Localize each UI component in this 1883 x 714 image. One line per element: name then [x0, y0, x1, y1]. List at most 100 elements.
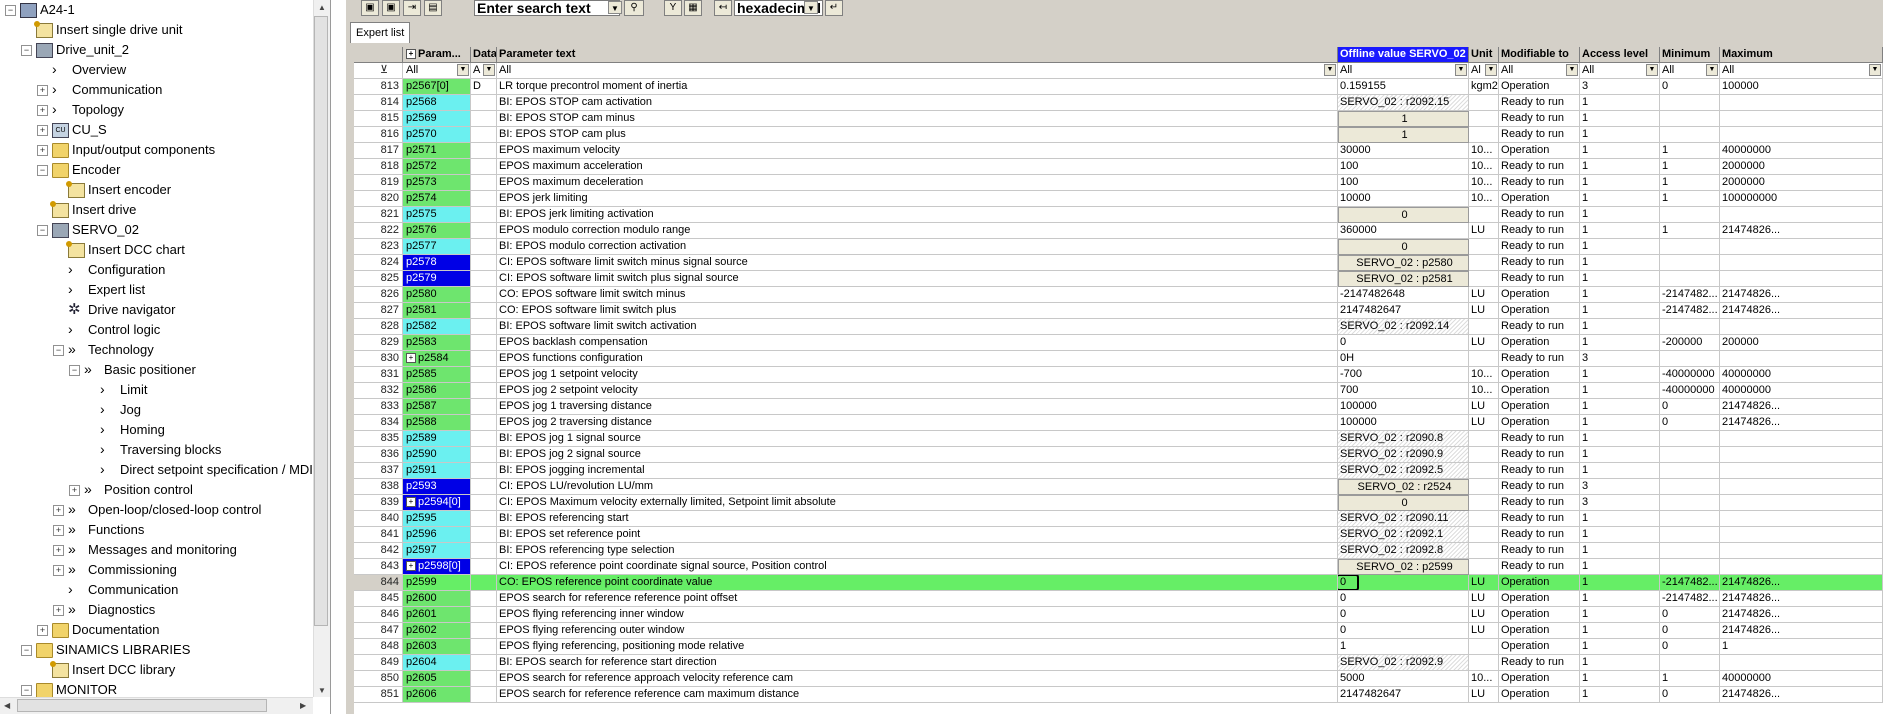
filter-data[interactable]: A ▼: [471, 63, 497, 79]
offline-value-cell[interactable]: 10000: [1338, 191, 1469, 207]
tree-item[interactable]: − A24-1: [0, 0, 312, 20]
expand-icon[interactable]: +: [53, 545, 64, 556]
parameter-number-cell[interactable]: p2576: [403, 223, 471, 239]
tree-hscroll-thumb[interactable]: [17, 699, 267, 712]
filter-parameter-text[interactable]: All ▼: [497, 63, 1338, 79]
expand-icon[interactable]: +: [406, 497, 416, 508]
chevron-down-icon[interactable]: ▼: [457, 64, 469, 76]
tree-item[interactable]: › Control logic: [0, 320, 312, 340]
filter-minimum[interactable]: All ▼: [1660, 63, 1720, 79]
toolbar-button-1[interactable]: ▣: [361, 0, 379, 16]
parameter-number-cell[interactable]: + p2598[0]: [403, 559, 471, 575]
offline-value-cell[interactable]: 0: [1338, 495, 1469, 511]
header-maximum[interactable]: Maximum: [1720, 47, 1883, 63]
table-row[interactable]: 820 p2574 EPOS jerk limiting 10000 10... Oper…: [354, 191, 1883, 207]
table-row[interactable]: 822 p2576 EPOS modulo correction modulo ra…: [354, 223, 1883, 239]
parameter-number-cell[interactable]: p2586: [403, 383, 471, 399]
offline-value-cell[interactable]: 5000: [1338, 671, 1469, 687]
toolbar-button-2[interactable]: ▣: [382, 0, 400, 16]
parameter-number-cell[interactable]: p2606: [403, 687, 471, 703]
tree-item[interactable]: › Expert list: [0, 280, 312, 300]
offline-value-cell[interactable]: 360000: [1338, 223, 1469, 239]
table-row[interactable]: 842 p2597 BI: EPOS referencing type select…: [354, 543, 1883, 559]
header-modifiable-to[interactable]: Modifiable to: [1499, 47, 1580, 63]
table-row[interactable]: 846 p2601 EPOS flying referencing inner wi…: [354, 607, 1883, 623]
tree-item[interactable]: − SINAMICS LIBRARIES: [0, 640, 312, 660]
chevron-down-icon[interactable]: ▼: [1566, 64, 1578, 76]
parameter-number-cell[interactable]: p2579: [403, 271, 471, 287]
chevron-down-icon[interactable]: ▼: [1869, 64, 1881, 76]
table-row[interactable]: 847 p2602 EPOS flying referencing outer wi…: [354, 623, 1883, 639]
apply-format-button[interactable]: ↵: [825, 0, 843, 16]
chevron-down-icon[interactable]: ▼: [483, 64, 495, 76]
table-row[interactable]: 824 p2578 CI: EPOS software limit switch m…: [354, 255, 1883, 271]
tree-item[interactable]: + » Diagnostics: [0, 600, 312, 620]
header-parameter-text[interactable]: Parameter text: [497, 47, 1338, 63]
offline-value-cell[interactable]: 0: [1338, 207, 1469, 223]
tree-item[interactable]: › Traversing blocks: [0, 440, 312, 460]
collapse-icon[interactable]: −: [69, 365, 80, 376]
parameter-number-cell[interactable]: p2578: [403, 255, 471, 271]
parameter-number-cell[interactable]: p2573: [403, 175, 471, 191]
table-row[interactable]: 837 p2591 BI: EPOS jogging incremental SERV…: [354, 463, 1883, 479]
offline-value-cell[interactable]: SERVO_02 : r2524: [1338, 479, 1469, 495]
tree-item[interactable]: + Input/output components: [0, 140, 312, 160]
offline-value-cell[interactable]: SERVO_02 : r2092.15: [1338, 95, 1469, 111]
table-row[interactable]: 831 p2585 EPOS jog 1 setpoint velocity -700…: [354, 367, 1883, 383]
tree-item[interactable]: Insert drive: [0, 200, 312, 220]
tree-item[interactable]: + » Messages and monitoring: [0, 540, 312, 560]
offline-value-cell[interactable]: 0: [1338, 607, 1469, 623]
parameter-number-cell[interactable]: p2567[0]: [403, 79, 471, 95]
offline-value-cell[interactable]: SERVO_02 : r2092.5: [1338, 463, 1469, 479]
offline-value-cell[interactable]: 0: [1338, 335, 1469, 351]
offline-value-cell[interactable]: 0H: [1338, 351, 1469, 367]
expand-icon[interactable]: +: [53, 605, 64, 616]
toolbar-button-4[interactable]: ▤: [424, 0, 442, 16]
collapse-icon[interactable]: −: [21, 645, 32, 656]
scroll-down-icon[interactable]: ▼: [318, 686, 326, 695]
chevron-down-icon[interactable]: ▼: [1646, 64, 1658, 76]
offline-value-cell[interactable]: 0: [1338, 239, 1469, 255]
table-row[interactable]: 827 p2581 CO: EPOS software limit switch p…: [354, 303, 1883, 319]
table-row[interactable]: 817 p2571 EPOS maximum velocity 30000 10... O…: [354, 143, 1883, 159]
tree-item[interactable]: › Jog: [0, 400, 312, 420]
filter-clear[interactable]: ⊻: [354, 63, 403, 79]
offline-value-cell[interactable]: SERVO_02 : p2580: [1338, 255, 1469, 271]
header-unit[interactable]: Unit: [1469, 47, 1499, 63]
table-row[interactable]: 835 p2589 BI: EPOS jog 1 signal source SERV…: [354, 431, 1883, 447]
table-row[interactable]: 845 p2600 EPOS search for reference refere…: [354, 591, 1883, 607]
parameter-number-cell[interactable]: p2571: [403, 143, 471, 159]
tree-item[interactable]: + » Functions: [0, 520, 312, 540]
filter-modifiable-to[interactable]: All ▼: [1499, 63, 1580, 79]
number-format-dropdown-button[interactable]: ▼: [804, 1, 818, 14]
chevron-down-icon[interactable]: ▼: [1485, 64, 1497, 76]
tree-item[interactable]: + » Open-loop/closed-loop control: [0, 500, 312, 520]
offline-value-cell[interactable]: 100000: [1338, 415, 1469, 431]
parameter-number-cell[interactable]: p2596: [403, 527, 471, 543]
tree-item[interactable]: − SERVO_02: [0, 220, 312, 240]
parameter-number-cell[interactable]: p2602: [403, 623, 471, 639]
tree-item[interactable]: − Encoder: [0, 160, 312, 180]
filter-button[interactable]: Y: [664, 0, 682, 16]
offline-value-cell[interactable]: 0: [1338, 591, 1469, 607]
scroll-up-icon[interactable]: ▲: [318, 3, 326, 12]
parameter-number-cell[interactable]: p2604: [403, 655, 471, 671]
offline-value-cell[interactable]: SERVO_02 : r2092.1: [1338, 527, 1469, 543]
parameter-number-cell[interactable]: p2597: [403, 543, 471, 559]
tree-item[interactable]: › Direct setpoint specification / MDI: [0, 460, 313, 480]
parameter-number-cell[interactable]: p2583: [403, 335, 471, 351]
offline-value-cell[interactable]: 2147482647: [1338, 687, 1469, 703]
tree-item[interactable]: ✲ Drive navigator: [0, 300, 312, 320]
expand-icon[interactable]: +: [69, 485, 80, 496]
tree-item[interactable]: › Configuration: [0, 260, 312, 280]
parameter-number-cell[interactable]: p2603: [403, 639, 471, 655]
expand-icon[interactable]: +: [37, 105, 48, 116]
tree-item[interactable]: + Documentation: [0, 620, 312, 640]
parameter-number-cell[interactable]: p2587: [403, 399, 471, 415]
expand-icon[interactable]: +: [53, 565, 64, 576]
filter-settings-button[interactable]: ▦: [684, 0, 702, 16]
header-offline-value[interactable]: Offline value SERVO_02: [1338, 47, 1469, 63]
offline-value-cell[interactable]: 1: [1338, 127, 1469, 143]
filter-parameter[interactable]: All ▼: [403, 63, 471, 79]
chevron-down-icon[interactable]: ▼: [1706, 64, 1718, 76]
